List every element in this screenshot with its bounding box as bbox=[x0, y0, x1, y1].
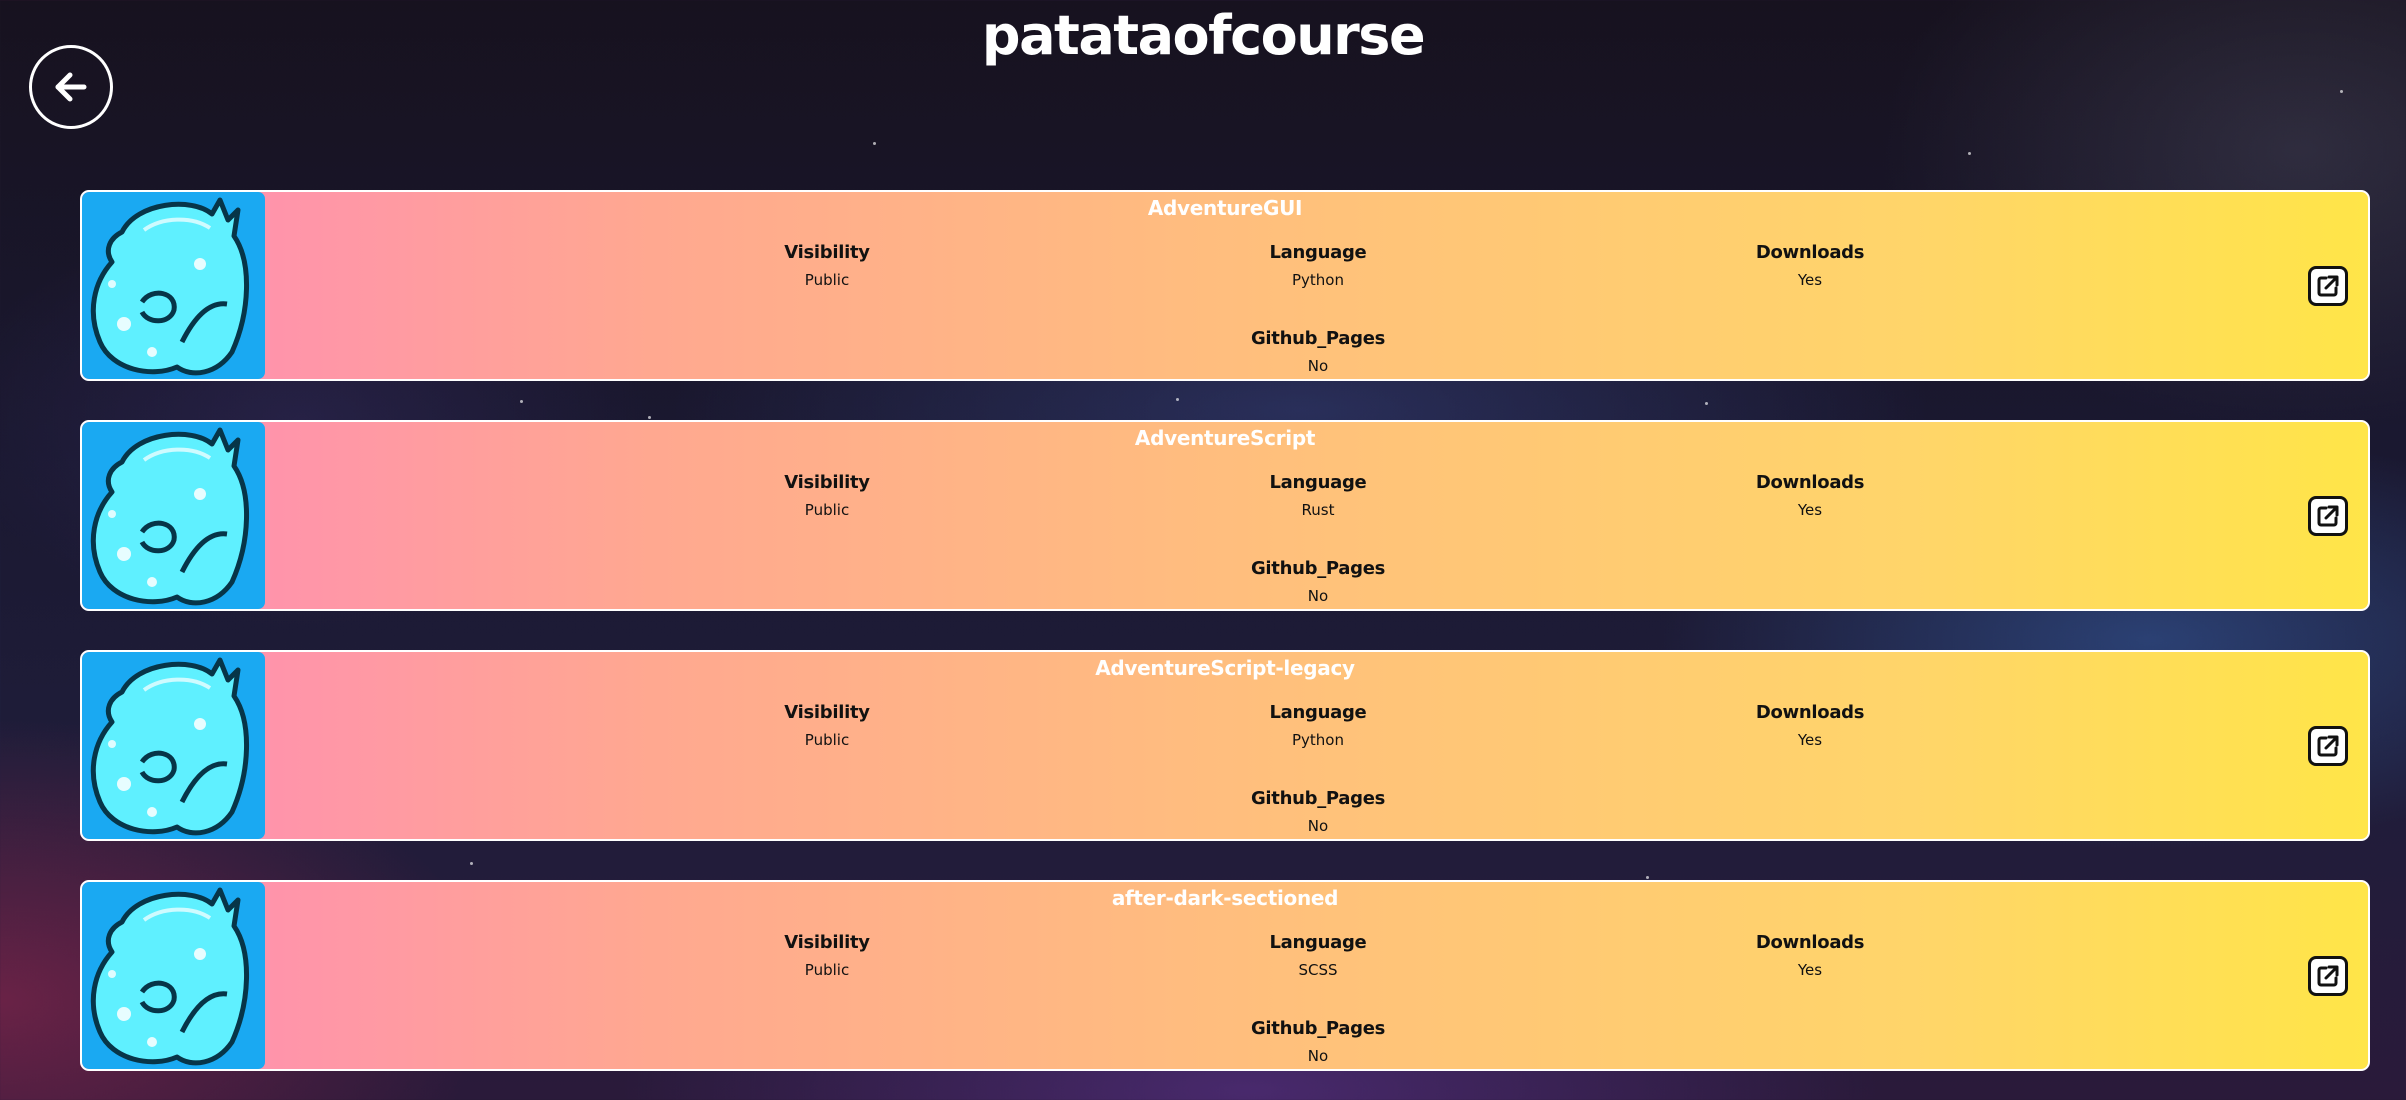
visibility-label: Visibility bbox=[784, 242, 870, 263]
repo-avatar bbox=[82, 652, 265, 839]
downloads-label: Downloads bbox=[1755, 472, 1865, 493]
external-link-icon bbox=[2317, 505, 2339, 527]
visibility-label: Visibility bbox=[784, 702, 870, 723]
visibility-value: Public bbox=[804, 731, 850, 749]
background-star bbox=[1968, 152, 1971, 155]
github-pages-field: Github_Pages No bbox=[1188, 788, 1448, 836]
repo-list: AdventureGUI Visibility Public Language … bbox=[80, 190, 2370, 1100]
visibility-field: Visibility Public bbox=[697, 242, 957, 290]
github-pages-value: No bbox=[1307, 817, 1329, 835]
downloads-field: Downloads Yes bbox=[1680, 702, 1940, 750]
external-link-icon bbox=[2317, 275, 2339, 297]
downloads-label: Downloads bbox=[1755, 702, 1865, 723]
repo-name: AdventureScript-legacy bbox=[1095, 656, 1355, 680]
downloads-value: Yes bbox=[1797, 271, 1823, 289]
pixel-creature-avatar-icon bbox=[90, 657, 249, 836]
language-value: Python bbox=[1292, 731, 1344, 749]
repo-avatar bbox=[82, 882, 265, 1069]
visibility-value: Public bbox=[804, 271, 850, 289]
visibility-value: Public bbox=[804, 501, 850, 519]
language-field: Language SCSS bbox=[1188, 932, 1448, 980]
github-pages-label: Github_Pages bbox=[1250, 558, 1386, 579]
visibility-value: Public bbox=[804, 961, 850, 979]
repo-card[interactable]: AdventureScript Visibility Public Langua… bbox=[80, 420, 2370, 611]
language-field: Language Python bbox=[1188, 702, 1448, 750]
repo-name: AdventureScript bbox=[1134, 426, 1316, 450]
language-label: Language bbox=[1269, 242, 1367, 263]
repo-card[interactable]: AdventureScript-legacy Visibility Public… bbox=[80, 650, 2370, 841]
github-pages-label: Github_Pages bbox=[1250, 1018, 1386, 1039]
github-pages-value: No bbox=[1307, 1047, 1329, 1065]
downloads-label: Downloads bbox=[1755, 242, 1865, 263]
open-repo-button[interactable] bbox=[2308, 726, 2348, 766]
github-pages-label: Github_Pages bbox=[1250, 788, 1386, 809]
github-pages-value: No bbox=[1307, 587, 1329, 605]
github-pages-label: Github_Pages bbox=[1250, 328, 1386, 349]
language-label: Language bbox=[1269, 932, 1367, 953]
downloads-value: Yes bbox=[1797, 961, 1823, 979]
back-button[interactable] bbox=[29, 45, 113, 129]
language-field: Language Python bbox=[1188, 242, 1448, 290]
visibility-field: Visibility Public bbox=[697, 702, 957, 750]
pixel-creature-avatar-icon bbox=[90, 887, 249, 1066]
background-star bbox=[2340, 90, 2343, 93]
external-link-icon bbox=[2317, 965, 2339, 987]
external-link-icon bbox=[2317, 735, 2339, 757]
open-repo-button[interactable] bbox=[2308, 266, 2348, 306]
github-pages-field: Github_Pages No bbox=[1188, 558, 1448, 606]
language-value: Rust bbox=[1301, 501, 1335, 519]
language-label: Language bbox=[1269, 702, 1367, 723]
language-label: Language bbox=[1269, 472, 1367, 493]
language-value: SCSS bbox=[1298, 961, 1338, 979]
open-repo-button[interactable] bbox=[2308, 956, 2348, 996]
visibility-label: Visibility bbox=[784, 932, 870, 953]
downloads-label: Downloads bbox=[1755, 932, 1865, 953]
downloads-value: Yes bbox=[1797, 731, 1823, 749]
downloads-field: Downloads Yes bbox=[1680, 472, 1940, 520]
repo-card[interactable]: after-dark-sectioned Visibility Public L… bbox=[80, 880, 2370, 1071]
visibility-label: Visibility bbox=[784, 472, 870, 493]
github-pages-value: No bbox=[1307, 357, 1329, 375]
github-pages-field: Github_Pages No bbox=[1188, 328, 1448, 376]
repo-avatar bbox=[82, 192, 265, 379]
open-repo-button[interactable] bbox=[2308, 496, 2348, 536]
pixel-creature-avatar-icon bbox=[90, 197, 249, 376]
visibility-field: Visibility Public bbox=[697, 932, 957, 980]
page-title: patataofcourse bbox=[981, 4, 1426, 67]
language-value: Python bbox=[1292, 271, 1344, 289]
background-star bbox=[873, 142, 876, 145]
downloads-field: Downloads Yes bbox=[1680, 242, 1940, 290]
language-field: Language Rust bbox=[1188, 472, 1448, 520]
visibility-field: Visibility Public bbox=[697, 472, 957, 520]
pixel-creature-avatar-icon bbox=[90, 427, 249, 606]
repo-card[interactable]: AdventureGUI Visibility Public Language … bbox=[80, 190, 2370, 381]
repo-avatar bbox=[82, 422, 265, 609]
repo-name: AdventureGUI bbox=[1147, 196, 1303, 220]
github-pages-field: Github_Pages No bbox=[1188, 1018, 1448, 1066]
repo-name: after-dark-sectioned bbox=[1111, 886, 1339, 910]
arrow-left-icon bbox=[55, 72, 87, 102]
downloads-value: Yes bbox=[1797, 501, 1823, 519]
downloads-field: Downloads Yes bbox=[1680, 932, 1940, 980]
